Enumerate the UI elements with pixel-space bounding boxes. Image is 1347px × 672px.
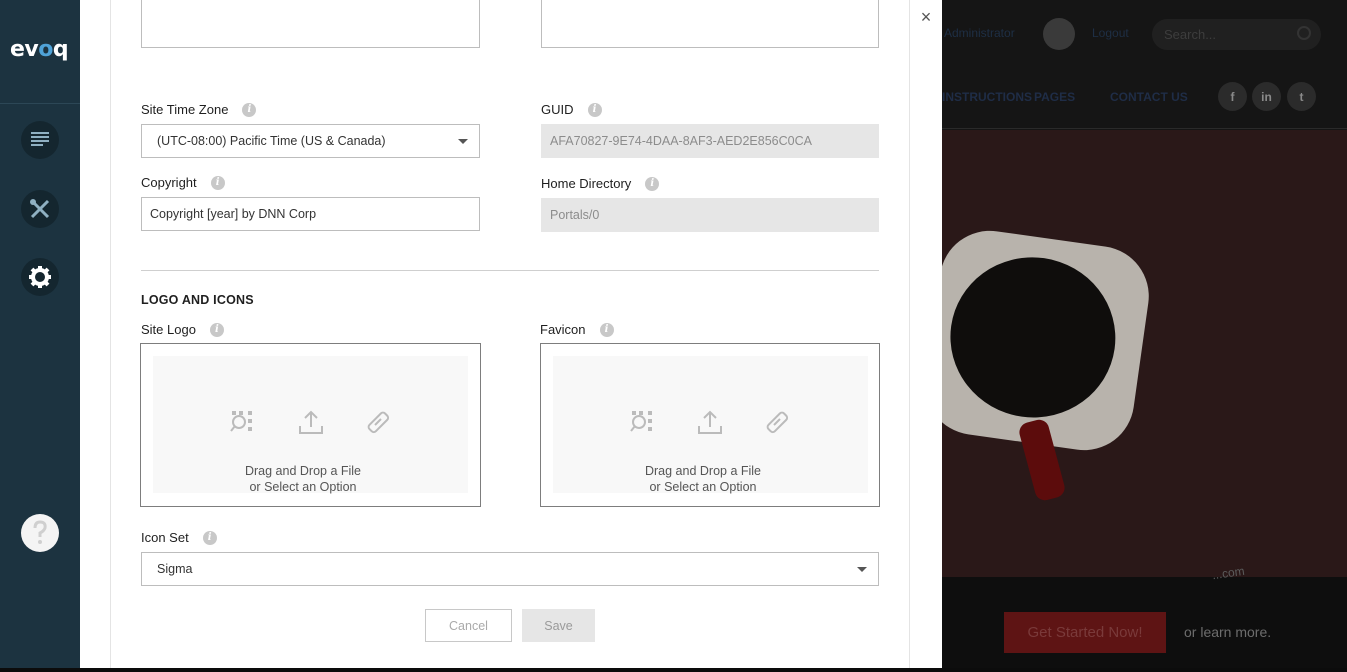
info-icon[interactable]: i bbox=[209, 322, 224, 337]
icon-set-label: Icon Set i bbox=[141, 530, 217, 545]
nav-pages: PAGES bbox=[1034, 90, 1076, 104]
info-icon[interactable]: i bbox=[202, 530, 217, 545]
get-started-button: Get Started Now! bbox=[1004, 612, 1166, 653]
icon-set-select[interactable]: Sigma bbox=[141, 552, 879, 586]
site-settings-dialog: × Site Time Zone i (UTC-08:00) Pacific Ti… bbox=[80, 0, 942, 668]
nav-instructions: INSTRUCTIONS bbox=[942, 90, 1032, 104]
logout-link: Logout bbox=[1092, 26, 1129, 40]
time-zone-select[interactable]: (UTC-08:00) Pacific Time (US & Canada) bbox=[141, 124, 480, 158]
site-logo-label: Site Logo i bbox=[141, 322, 224, 337]
tools-icon[interactable] bbox=[21, 190, 59, 228]
site-search: Search... bbox=[1152, 19, 1321, 50]
logo-icons-heading: LOGO AND ICONS bbox=[141, 293, 254, 307]
twitter-icon: t bbox=[1287, 82, 1316, 111]
browse-file-icon[interactable] bbox=[629, 408, 657, 436]
cancel-button[interactable]: Cancel bbox=[425, 609, 512, 642]
settings-icon[interactable] bbox=[21, 258, 59, 296]
help-icon[interactable] bbox=[21, 514, 59, 552]
favicon-label: Favicon i bbox=[540, 322, 614, 337]
info-icon[interactable]: i bbox=[599, 322, 614, 337]
home-directory-label: Home Directory i bbox=[541, 176, 660, 191]
chevron-down-icon bbox=[458, 139, 468, 144]
search-icon bbox=[1297, 26, 1311, 40]
dropzone-text: Drag and Drop a File or Select an Option bbox=[244, 464, 362, 494]
user-name: Administrator bbox=[944, 26, 1015, 40]
dialog-left-edge bbox=[110, 0, 111, 668]
copyright-label: Copyright i bbox=[141, 175, 225, 190]
persona-bar: evoq bbox=[0, 0, 80, 668]
upload-icon[interactable] bbox=[297, 408, 325, 436]
chevron-down-icon bbox=[857, 567, 867, 572]
link-icon[interactable] bbox=[763, 408, 791, 436]
close-icon[interactable]: × bbox=[917, 8, 935, 26]
evoq-logo[interactable]: evoq bbox=[10, 37, 69, 62]
learn-more-link: or learn more. bbox=[1184, 624, 1272, 640]
dialog-right-edge bbox=[909, 0, 910, 668]
favicon-dropzone[interactable]: Drag and Drop a File or Select an Option bbox=[540, 343, 880, 507]
keywords-textarea[interactable] bbox=[541, 0, 879, 48]
home-directory-field: Portals/0 bbox=[541, 198, 879, 232]
bottom-edge bbox=[0, 668, 1347, 672]
facebook-icon: f bbox=[1218, 82, 1247, 111]
link-icon[interactable] bbox=[364, 408, 392, 436]
guid-label: GUID i bbox=[541, 102, 602, 117]
save-button[interactable]: Save bbox=[522, 609, 595, 642]
coffee-mug-image bbox=[942, 224, 1156, 457]
persona-divider bbox=[0, 103, 80, 104]
time-zone-label: Site Time Zone i bbox=[141, 102, 257, 117]
section-divider bbox=[141, 270, 879, 271]
linkedin-icon: in bbox=[1252, 82, 1281, 111]
info-icon[interactable]: i bbox=[645, 176, 660, 191]
info-icon[interactable]: i bbox=[242, 102, 257, 117]
browse-file-icon[interactable] bbox=[229, 408, 257, 436]
background-website: Administrator Logout Search... INSTRUCTI… bbox=[942, 0, 1347, 668]
info-icon[interactable]: i bbox=[210, 175, 225, 190]
header-divider bbox=[942, 128, 1347, 129]
copyright-input[interactable]: Copyright [year] by DNN Corp bbox=[141, 197, 480, 231]
site-logo-dropzone[interactable]: Drag and Drop a File or Select an Option bbox=[140, 343, 481, 507]
upload-icon[interactable] bbox=[696, 408, 724, 436]
dropzone-text: Drag and Drop a File or Select an Option bbox=[644, 464, 762, 494]
avatar bbox=[1043, 18, 1075, 50]
content-icon[interactable] bbox=[21, 121, 59, 159]
guid-field: AFA70827-9E74-4DAA-8AF3-AED2E856C0CA bbox=[541, 124, 879, 158]
info-icon[interactable]: i bbox=[587, 102, 602, 117]
nav-contact: CONTACT US bbox=[1110, 90, 1188, 104]
description-textarea[interactable] bbox=[141, 0, 480, 48]
